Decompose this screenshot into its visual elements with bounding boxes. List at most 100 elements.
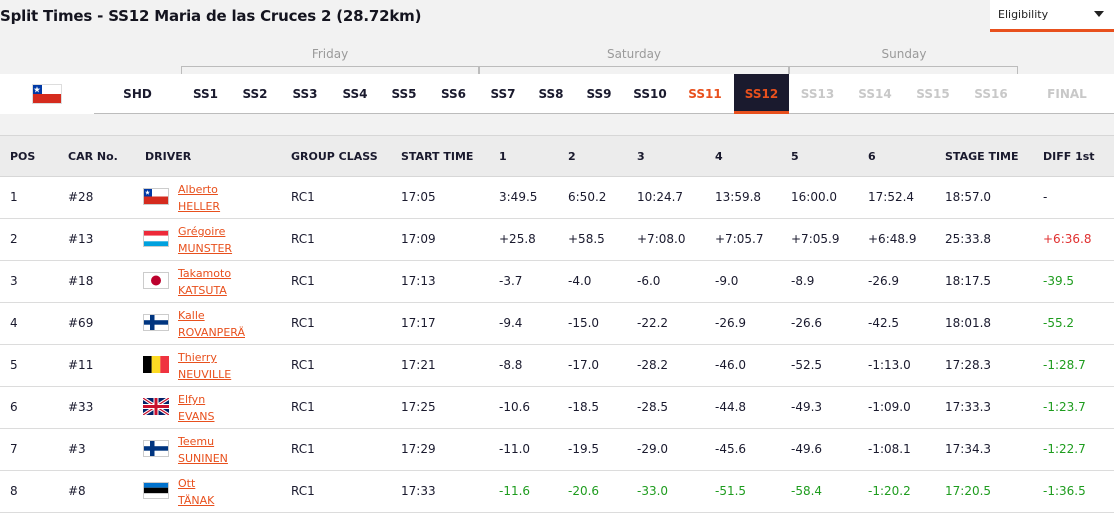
col-split-4: 4 [715,150,723,163]
tab-ss1[interactable]: SS1 [181,74,230,114]
tab-ss14[interactable]: SS14 [846,74,904,114]
tab-final[interactable]: FINAL [1020,74,1114,114]
driver-link[interactable]: Ott TÄNAK [178,475,214,509]
split-6-cell: -42.5 [868,316,900,330]
car-number-cell: #33 [68,400,94,414]
eligibility-dropdown-value: Eligibility [998,8,1049,21]
day-label-saturday: Saturday [606,47,662,61]
tab-ss15[interactable]: SS15 [904,74,962,114]
pos-cell: 4 [10,316,18,330]
diff-cell: +6:36.8 [1043,232,1092,246]
driver-first-name: Ott [178,477,196,490]
start-time-cell: 17:33 [401,484,436,498]
split-2-cell: -15.0 [568,316,600,330]
split-5-cell: 16:00.0 [791,190,838,204]
split-5-cell: -8.9 [791,274,815,288]
split-5-cell: -49.6 [791,442,823,456]
tab-ss5[interactable]: SS5 [380,74,428,114]
col-pos: POS [10,150,36,163]
driver-last-name: SUNINEN [178,452,228,465]
split-1-cell: -11.6 [499,484,531,498]
tab-ss3[interactable]: SS3 [280,74,330,114]
tab-ss4[interactable]: SS4 [330,74,380,114]
chile-flag-icon [32,84,62,104]
split-2-cell: -20.6 [568,484,600,498]
driver-last-name: ROVANPERÄ [178,326,245,339]
split-5-cell: -26.6 [791,316,823,330]
tab-shd[interactable]: SHD [94,74,181,114]
driver-first-name: Grégoire [178,225,226,238]
split-4-cell: 13:59.8 [715,190,762,204]
page-title: Split Times - SS12 Maria de las Cruces 2… [0,7,422,25]
pos-cell: 6 [10,400,18,414]
split-2-cell: -17.0 [568,358,600,372]
split-5-cell: +7:05.9 [791,232,840,246]
table-row: 7 #3 Teemu SUNINEN RC1 17:29 -11.0 -19.5 … [0,429,1114,471]
diff-cell: -55.2 [1043,316,1075,330]
split-1-cell: 3:49.5 [499,190,538,204]
split-5-cell: -52.5 [791,358,823,372]
split-1-cell: -11.0 [499,442,531,456]
tab-ss11[interactable]: SS11 [677,74,733,114]
split-3-cell: -28.2 [637,358,669,372]
tab-ss12[interactable]: SS12 [734,74,789,114]
split-1-cell: -8.8 [499,358,523,372]
table-row: 2 #13 Grégoire MUNSTER RC1 17:09 +25.8 +5… [0,219,1114,261]
pos-cell: 2 [10,232,18,246]
col-car: CAR No. [68,150,118,163]
tab-ss2[interactable]: SS2 [230,74,280,114]
tab-ss8[interactable]: SS8 [527,74,575,114]
car-number-cell: #28 [68,190,94,204]
stage-tabs: SHD SS1 SS2 SS3 SS4 SS5 SS6 SS7 SS8 SS9 … [94,74,1114,114]
split-6-cell: -1:08.1 [868,442,911,456]
start-time-cell: 17:29 [401,442,436,456]
split-4-cell: -46.0 [715,358,747,372]
split-4-cell: -51.5 [715,484,747,498]
day-label-sunday: Sunday [881,47,927,61]
start-time-cell: 17:13 [401,274,436,288]
driver-link[interactable]: Thierry NEUVILLE [178,349,231,383]
split-2-cell: -19.5 [568,442,600,456]
japan-flag-icon [143,272,169,289]
stage-time-cell: 25:33.8 [945,232,992,246]
split-5-cell: -49.3 [791,400,823,414]
split-6-cell: -1:09.0 [868,400,911,414]
driver-link[interactable]: Grégoire MUNSTER [178,223,232,257]
driver-link[interactable]: Kalle ROVANPERÄ [178,307,245,341]
table-row: 1 #28 Alberto HELLER RC1 17:05 3:49.5 6:5… [0,177,1114,219]
driver-link[interactable]: Teemu SUNINEN [178,433,228,467]
split-3-cell: -6.0 [637,274,661,288]
driver-last-name: NEUVILLE [178,368,232,381]
group-class-cell: RC1 [291,358,315,372]
tab-ss13[interactable]: SS13 [789,74,846,114]
split-4-cell: -45.6 [715,442,747,456]
split-2-cell: -18.5 [568,400,600,414]
car-number-cell: #11 [68,358,94,372]
car-number-cell: #13 [68,232,94,246]
stage-time-cell: 17:34.3 [945,442,992,456]
diff-cell: - [1043,190,1048,204]
split-4-cell: +7:05.7 [715,232,764,246]
tab-ss10[interactable]: SS10 [623,74,677,114]
pos-cell: 7 [10,442,18,456]
driver-link[interactable]: Alberto HELLER [178,181,220,215]
car-number-cell: #69 [68,316,94,330]
driver-last-name: HELLER [178,200,221,213]
split-1-cell: +25.8 [499,232,536,246]
tab-ss9[interactable]: SS9 [575,74,623,114]
stage-time-cell: 18:17.5 [945,274,992,288]
tab-ss7[interactable]: SS7 [479,74,527,114]
eligibility-dropdown[interactable]: Eligibility [990,0,1114,32]
stage-time-cell: 18:01.8 [945,316,992,330]
tab-ss16[interactable]: SS16 [962,74,1020,114]
col-diff: DIFF 1st [1043,150,1095,163]
tab-ss6[interactable]: SS6 [428,74,479,114]
driver-link[interactable]: Elfyn EVANS [178,391,215,425]
split-4-cell: -9.0 [715,274,739,288]
split-2-cell: 6:50.2 [568,190,607,204]
split-4-cell: -44.8 [715,400,747,414]
group-class-cell: RC1 [291,274,315,288]
col-group: GROUP CLASS [291,150,378,163]
group-class-cell: RC1 [291,232,315,246]
driver-link[interactable]: Takamoto KATSUTA [178,265,231,299]
